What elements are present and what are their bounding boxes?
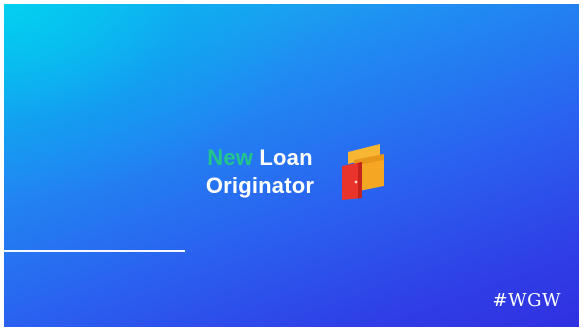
divider-line xyxy=(4,250,185,252)
hashtag-label: #WGW xyxy=(492,290,561,311)
wallet-door-icon xyxy=(342,144,384,200)
title-word-loan: Loan xyxy=(259,145,313,170)
title-line-1: New Loan xyxy=(190,144,330,172)
logo-door-edge xyxy=(358,162,362,199)
logo-door-knob xyxy=(354,180,358,184)
title-line-2: Originator xyxy=(205,173,315,198)
title-accent-word: New xyxy=(207,145,254,170)
title-slide: New Loan Originator #WGW xyxy=(4,4,579,327)
slide-title: New Loan Originator xyxy=(190,144,330,200)
